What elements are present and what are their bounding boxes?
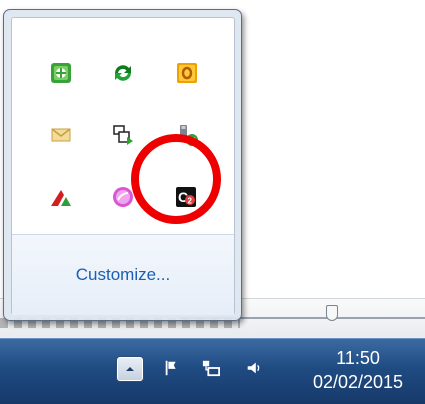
customize-area: Customize... (12, 234, 234, 315)
network-icon[interactable] (200, 358, 222, 378)
speaker-icon[interactable] (243, 358, 265, 378)
clock-date: 02/02/2015 (312, 372, 404, 392)
envelope-icon[interactable] (46, 120, 76, 150)
green-arrows-icon[interactable] (108, 58, 138, 88)
shield-app-icon[interactable] (46, 58, 76, 88)
customize-link[interactable]: Customize... (12, 265, 234, 285)
red-highlight-circle (131, 134, 221, 224)
orange-o-icon[interactable] (172, 58, 202, 88)
flag-icon[interactable] (161, 358, 183, 378)
show-hidden-icons-button[interactable] (117, 357, 143, 381)
system-clock[interactable]: 11:50 02/02/2015 (300, 346, 416, 394)
zoom-slider-thumb[interactable] (326, 305, 338, 321)
red-green-pyramid-icon[interactable] (46, 182, 76, 212)
chevron-up-icon (126, 367, 134, 371)
network-devices-icon[interactable] (108, 120, 138, 150)
clock-time: 11:50 (336, 348, 380, 368)
taskbar: 11:50 02/02/2015 (0, 338, 425, 404)
